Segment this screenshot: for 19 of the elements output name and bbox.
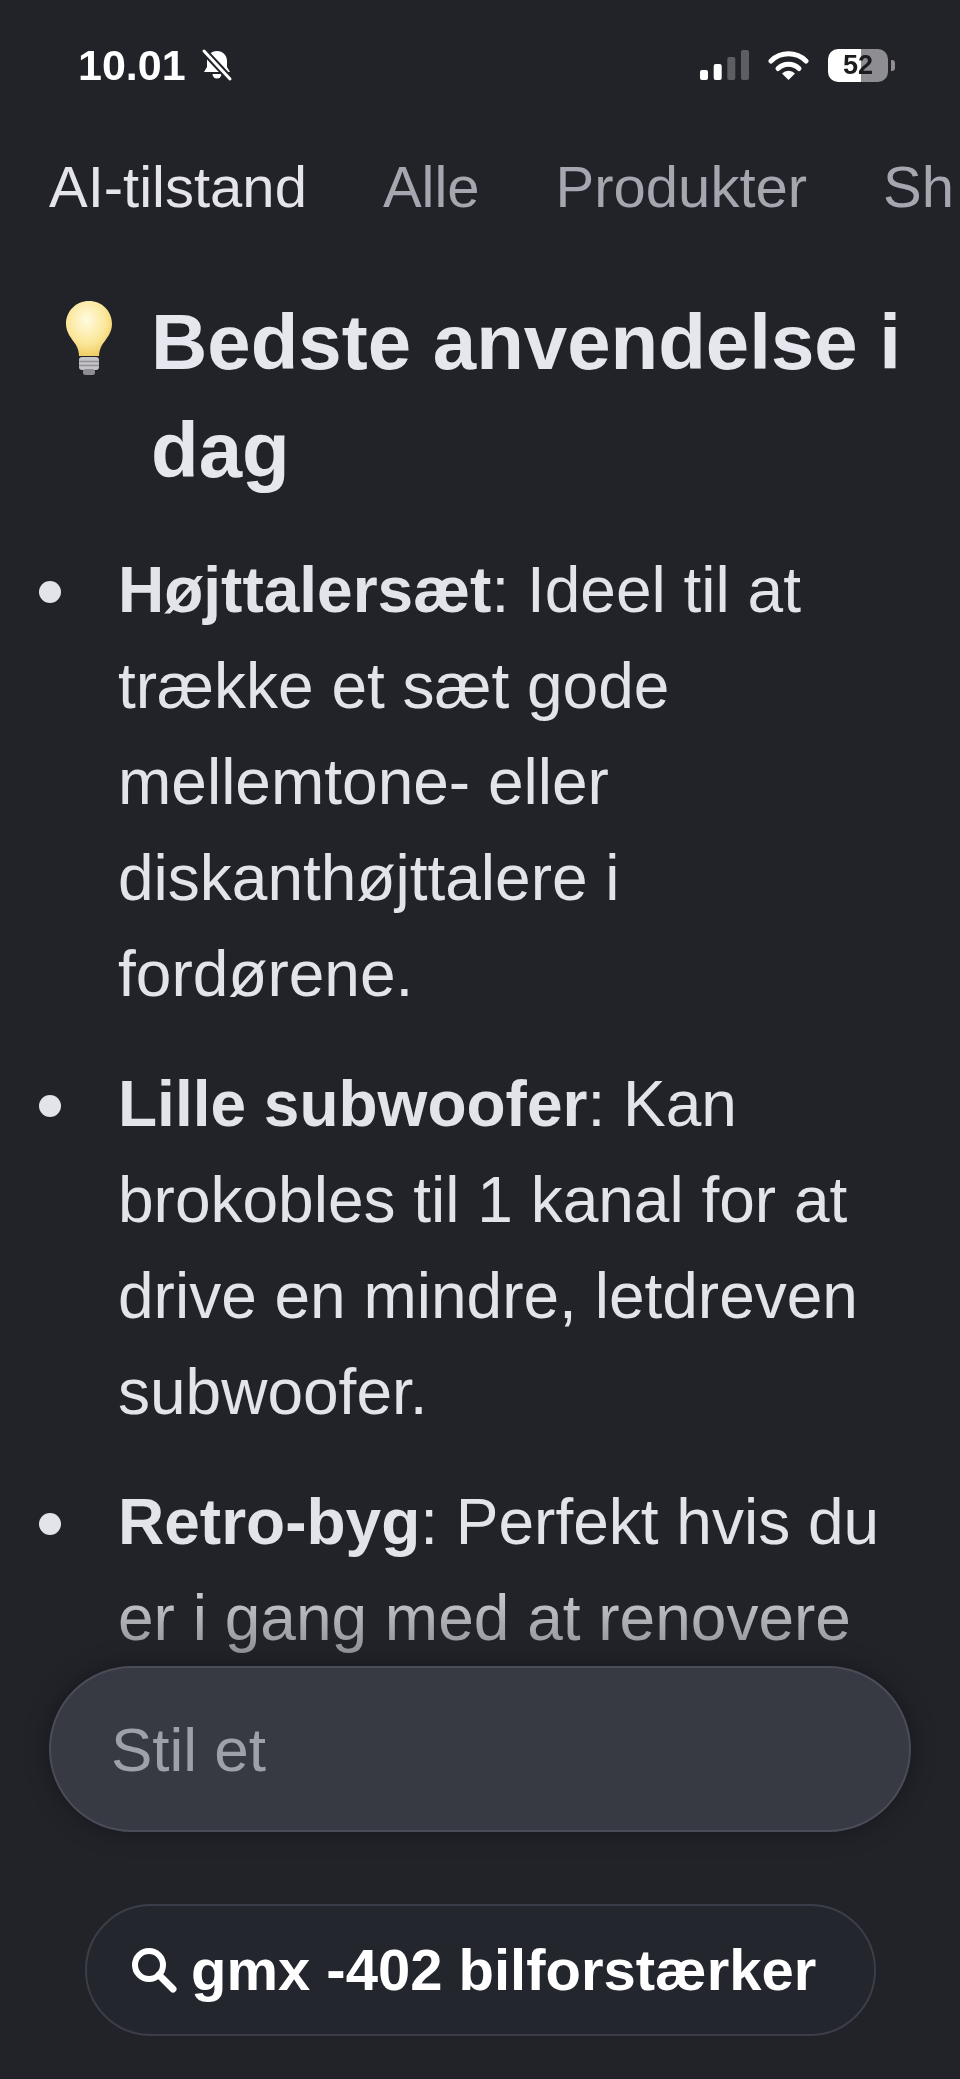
lightbulb-icon [64, 300, 114, 376]
bullet-icon [39, 1095, 61, 1117]
tab[interactable]: Produkter [555, 152, 808, 222]
search-suggestion-chip[interactable]: gmx -402 bilforstærker [85, 1904, 876, 2036]
section-heading: Bedste anvendelse i dag [151, 297, 902, 496]
wifi-icon [768, 50, 809, 80]
bullet-icon [39, 581, 61, 603]
bullet-text: Højttalersæt: Ideel til at trække et sæt gode mellemtone- eller diskanthøjttalere i fordørene. [118, 553, 802, 1012]
bullet-text: Lille subwoofer: Kan brokobles til 1 kanal for at drive en mindre, letdreven subwoofer. [118, 1067, 859, 1430]
tab[interactable]: AI-tilstand [49, 152, 307, 222]
signal-icon [700, 50, 749, 80]
input-field[interactable]: Stil et [49, 1666, 911, 1832]
tab[interactable]: Alle [382, 152, 480, 222]
bullet-icon [39, 1513, 61, 1535]
search-icon [129, 1945, 179, 1995]
tab[interactable]: Sh [883, 152, 955, 222]
battery-percentage: 52 [842, 50, 873, 80]
bullet-text: Retro-byg: Perfekt hvis du er i gang med at renovere [118, 1485, 881, 1656]
clock-time: 10.01 [78, 40, 186, 90]
